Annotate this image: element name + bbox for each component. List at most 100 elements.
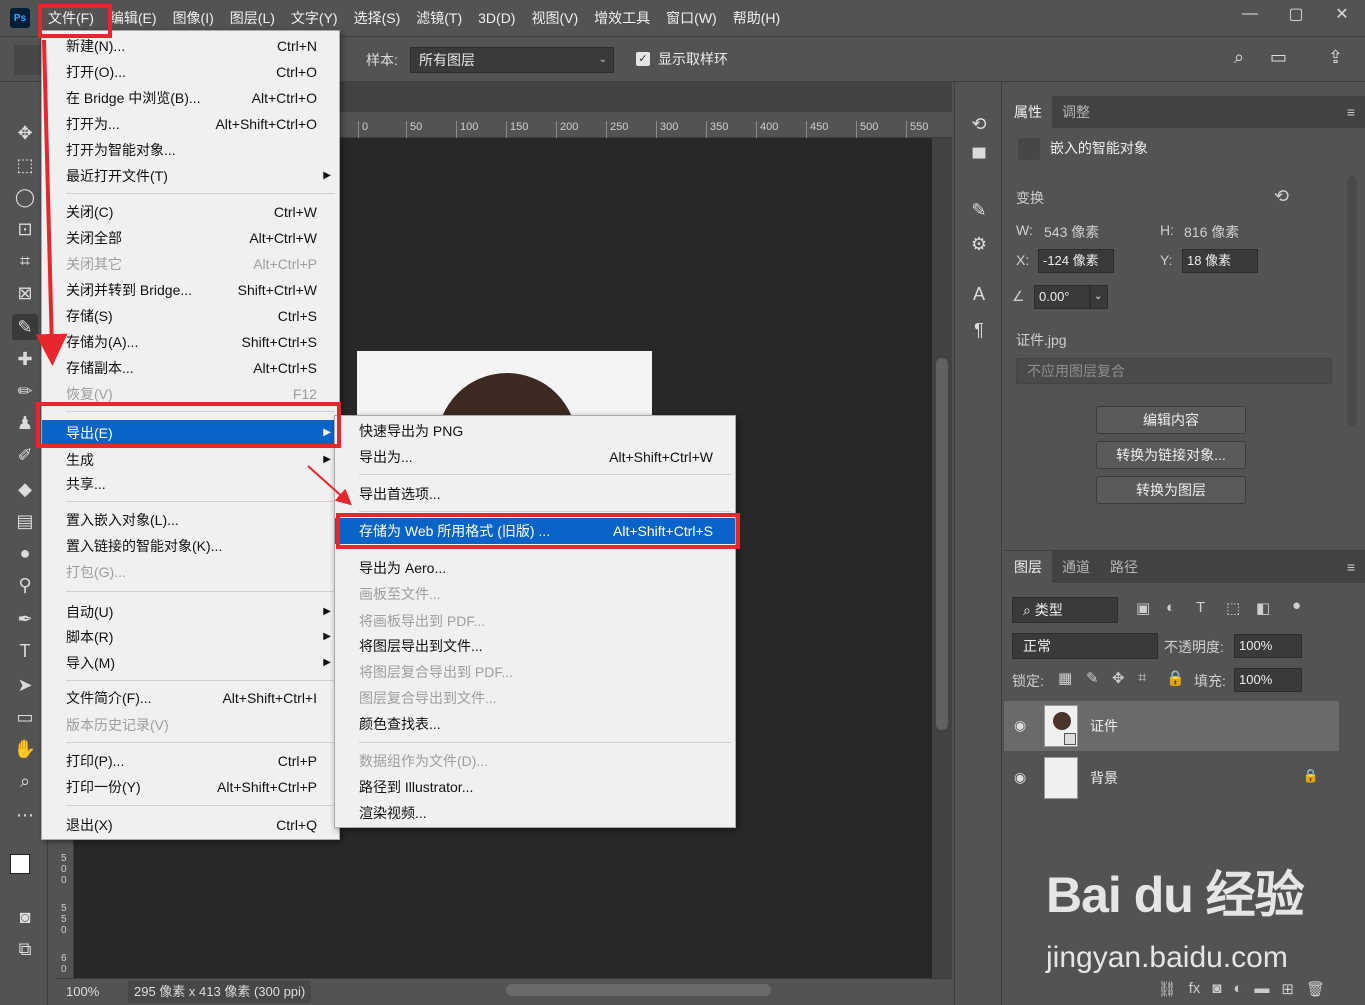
document-image[interactable]: [357, 351, 652, 415]
menu-item-save-copy[interactable]: 存储副本... Alt+Ctrl+S: [42, 355, 339, 381]
menu-item-open[interactable]: 打开(O)... Ctrl+O: [42, 59, 339, 85]
menu-help[interactable]: 帮助(H): [725, 6, 788, 30]
menu-item-file-info[interactable]: 文件简介(F)... Alt+Shift+Ctrl+I: [42, 685, 339, 711]
document-info[interactable]: 295 像素 x 413 像素 (300 ppi): [128, 981, 312, 1003]
opacity-field[interactable]: 100%: [1234, 634, 1302, 658]
menu-view[interactable]: 视图(V): [523, 6, 586, 30]
sample-select[interactable]: 所有图层 ⌄: [410, 47, 614, 73]
horizontal-scroll-thumb[interactable]: [506, 984, 771, 996]
zoom-tool-icon[interactable]: ⌕: [12, 768, 38, 794]
filter-type-icon[interactable]: T: [1196, 599, 1205, 616]
comments-panel-icon[interactable]: ▀: [967, 146, 991, 170]
menu-3d[interactable]: 3D(D): [470, 6, 523, 30]
path-select-tool-icon[interactable]: ➤: [12, 672, 38, 698]
lock-all-icon[interactable]: 🔒: [1166, 669, 1185, 687]
adjustments-icon[interactable]: ⚙: [967, 232, 991, 256]
color-swatches-icon[interactable]: [10, 854, 40, 884]
menu-item-open-as[interactable]: 打开为... Alt+Shift+Ctrl+O: [42, 111, 339, 137]
character-panel-icon[interactable]: A: [967, 282, 991, 306]
menu-plugins[interactable]: 增效工具: [586, 6, 658, 30]
eraser-tool-icon[interactable]: ◆: [12, 476, 38, 502]
search-icon[interactable]: ⌕: [1234, 47, 1244, 68]
lock-position-icon[interactable]: ✥: [1112, 669, 1125, 687]
object-select-tool-icon[interactable]: ⊡: [12, 216, 38, 242]
menu-item-share[interactable]: 共享...: [42, 471, 339, 497]
lock-pixels-icon[interactable]: ▦: [1058, 669, 1072, 687]
menu-item-save[interactable]: 存储(S) Ctrl+S: [42, 303, 339, 329]
scroll-thumb[interactable]: [936, 358, 948, 730]
show-ring-checkbox[interactable]: ✓: [636, 52, 650, 66]
angle-field[interactable]: 0.00°: [1034, 285, 1090, 309]
maximize-icon[interactable]: ▢: [1273, 0, 1319, 28]
menu-item-print[interactable]: 打印(P)... Ctrl+P: [42, 748, 339, 774]
menu-item-export-aero[interactable]: 导出为 Aero...: [335, 555, 735, 581]
stamp-tool-icon[interactable]: ♟: [12, 410, 38, 436]
lock-brush-icon[interactable]: ✎: [1086, 669, 1099, 687]
panel-menu-icon[interactable]: ≡: [1347, 559, 1355, 575]
dodge-tool-icon[interactable]: ⚲: [12, 572, 38, 598]
menu-item-close-all[interactable]: 关闭全部 Alt+Ctrl+W: [42, 225, 339, 251]
blur-tool-icon[interactable]: ●: [12, 540, 38, 566]
y-field[interactable]: 18 像素: [1182, 249, 1258, 273]
lock-artboard-icon[interactable]: ⌗: [1138, 669, 1146, 686]
convert-linked-button[interactable]: 转换为链接对象...: [1096, 441, 1246, 469]
menu-item-quick-export-png[interactable]: 快速导出为 PNG: [335, 418, 735, 444]
move-tool-icon[interactable]: ✥: [12, 120, 38, 146]
share-icon[interactable]: ⇪: [1328, 47, 1343, 68]
tab-properties[interactable]: 属性: [1004, 96, 1052, 128]
more-tools-icon[interactable]: ⋯: [12, 802, 38, 828]
fill-field[interactable]: 100%: [1234, 668, 1302, 692]
menu-item-print-one[interactable]: 打印一份(Y) Alt+Shift+Ctrl+P: [42, 774, 339, 800]
tab-layers[interactable]: 图层: [1004, 551, 1052, 583]
menu-item-close-to-bridge[interactable]: 关闭并转到 Bridge... Shift+Ctrl+W: [42, 277, 339, 303]
history-panel-icon[interactable]: ⟲: [967, 112, 991, 136]
eye-icon[interactable]: ◉: [1014, 717, 1026, 734]
menu-item-export-as[interactable]: 导出为... Alt+Shift+Ctrl+W: [335, 444, 735, 470]
menu-item-color-lookup[interactable]: 颜色查找表...: [335, 711, 735, 737]
tab-adjustments[interactable]: 调整: [1052, 96, 1100, 128]
convert-layers-button[interactable]: 转换为图层: [1096, 476, 1246, 504]
layer-filter-select[interactable]: ⌕ 类型: [1012, 597, 1118, 623]
menu-item-place-linked[interactable]: 置入链接的智能对象(K)...: [42, 533, 339, 559]
tab-channels[interactable]: 通道: [1052, 551, 1100, 583]
chevron-down-icon[interactable]: ⌄: [1090, 285, 1108, 309]
gradient-tool-icon[interactable]: ▤: [12, 508, 38, 534]
menu-item-layers-files[interactable]: 将图层导出到文件...: [335, 633, 735, 659]
filter-shape-icon[interactable]: ⬚: [1226, 599, 1240, 617]
pen-tool-icon[interactable]: ✒: [12, 606, 38, 632]
menu-item-browse-bridge[interactable]: 在 Bridge 中浏览(B)... Alt+Ctrl+O: [42, 85, 339, 111]
marquee-tool-icon[interactable]: ⬚: [12, 152, 38, 178]
menu-select[interactable]: 选择(S): [346, 6, 409, 30]
eye-icon[interactable]: ◉: [1014, 769, 1026, 786]
menu-item-export-prefs[interactable]: 导出首选项...: [335, 481, 735, 507]
layer-row[interactable]: ◉ 背景 🔒: [1004, 753, 1339, 803]
vertical-scrollbar[interactable]: [932, 138, 952, 978]
menu-item-open-smart[interactable]: 打开为智能对象...: [42, 137, 339, 163]
filter-adjust-icon[interactable]: ◐: [1166, 599, 1175, 616]
brush-tool-icon[interactable]: ✏: [12, 378, 38, 404]
menu-item-automate[interactable]: 自动(U) ▶: [42, 599, 339, 625]
menu-type[interactable]: 文字(Y): [283, 6, 346, 30]
eyedropper-tool-icon[interactable]: ✎: [12, 314, 38, 340]
paragraph-panel-icon[interactable]: ¶: [967, 318, 991, 342]
history-brush-icon[interactable]: ✐: [12, 442, 38, 468]
blend-mode-select[interactable]: 正常: [1012, 633, 1158, 659]
brush-settings-icon[interactable]: ✎: [967, 198, 991, 222]
menu-image[interactable]: 图像(I): [165, 6, 222, 30]
frame-tool-icon[interactable]: ⊠: [12, 280, 38, 306]
menu-filter[interactable]: 滤镜(T): [408, 6, 470, 30]
filter-pixel-icon[interactable]: ▣: [1136, 599, 1150, 617]
menu-item-generate[interactable]: 生成 ▶: [42, 447, 339, 473]
menu-item-place-embedded[interactable]: 置入嵌入对象(L)...: [42, 507, 339, 533]
menu-item-paths-illustrator[interactable]: 路径到 Illustrator...: [335, 774, 735, 800]
lasso-tool-icon[interactable]: ◯: [12, 184, 38, 210]
home-button[interactable]: [14, 45, 44, 75]
crop-tool-icon[interactable]: ⌗: [12, 248, 38, 274]
healing-tool-icon[interactable]: ✚: [12, 346, 38, 372]
menu-layer[interactable]: 图层(L): [222, 6, 283, 30]
tab-paths[interactable]: 路径: [1100, 551, 1148, 583]
layer-row[interactable]: ◉ 证件: [1004, 701, 1339, 751]
menu-item-scripts[interactable]: 脚本(R) ▶: [42, 624, 339, 650]
zoom-level[interactable]: 100%: [66, 984, 99, 999]
minimize-icon[interactable]: —: [1227, 0, 1273, 28]
